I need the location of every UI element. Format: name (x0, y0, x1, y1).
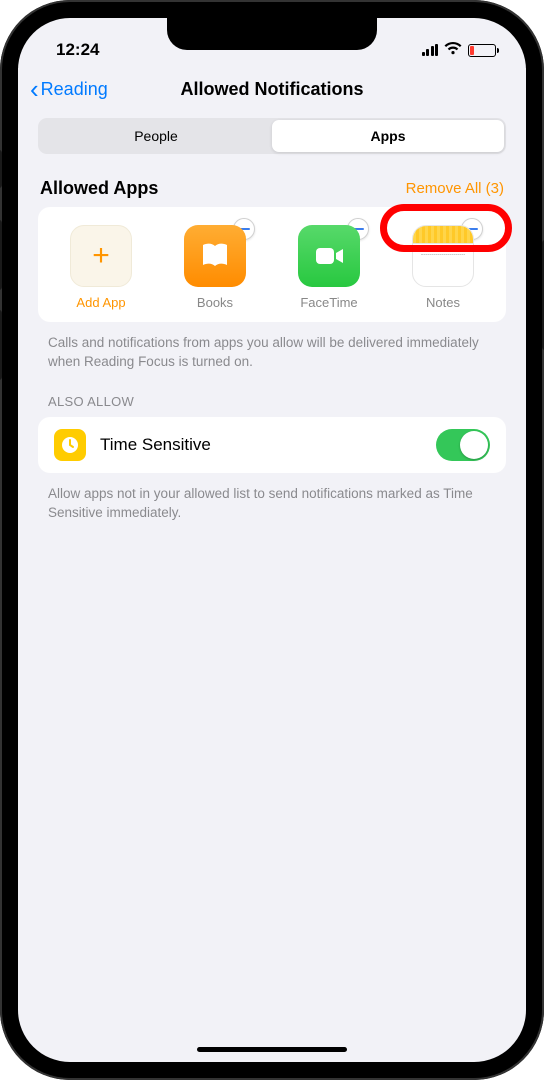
app-facetime[interactable]: FaceTime (279, 225, 379, 310)
notes-icon (412, 225, 474, 287)
app-books[interactable]: Books (165, 225, 265, 310)
also-allow-header: ALSO ALLOW (18, 394, 526, 417)
time-sensitive-toggle[interactable] (436, 429, 490, 461)
clock-icon (54, 429, 86, 461)
remove-all-button[interactable]: Remove All (3) (406, 180, 504, 197)
wifi-icon (444, 40, 462, 60)
chevron-left-icon: ‹ (30, 76, 39, 102)
nav-bar: ‹ Reading Allowed Notifications (18, 68, 526, 112)
books-icon (184, 225, 246, 287)
tab-people[interactable]: People (40, 120, 272, 152)
status-time: 12:24 (56, 40, 99, 60)
add-app-label: Add App (76, 295, 125, 310)
facetime-icon (298, 225, 360, 287)
notch (167, 18, 377, 50)
time-sensitive-row: Time Sensitive (38, 417, 506, 473)
screen: 12:24 ‹ Reading Allowed Notifications Pe… (18, 18, 526, 1062)
section-title: Allowed Apps (40, 178, 158, 199)
add-app-button[interactable]: + Add App (51, 225, 151, 310)
phone-frame: 12:24 ‹ Reading Allowed Notifications Pe… (0, 0, 544, 1080)
volume-up-button[interactable] (0, 220, 2, 290)
allowed-apps-header: Allowed Apps Remove All (3) (18, 168, 526, 207)
time-sensitive-label: Time Sensitive (100, 435, 422, 455)
back-label: Reading (41, 79, 108, 100)
cellular-signal-icon (422, 44, 439, 56)
segmented-control[interactable]: People Apps (38, 118, 506, 154)
app-label: Books (197, 295, 233, 310)
also-allow-footer: Allow apps not in your allowed list to s… (18, 473, 526, 545)
plus-icon: + (70, 225, 132, 287)
app-label: Notes (426, 295, 460, 310)
allowed-apps-card: + Add App Books FaceTime (38, 207, 506, 322)
battery-icon (468, 44, 496, 57)
app-label: FaceTime (300, 295, 357, 310)
app-notes[interactable]: Notes (393, 225, 493, 310)
volume-down-button[interactable] (0, 310, 2, 380)
back-button[interactable]: ‹ Reading (30, 76, 108, 102)
tab-apps[interactable]: Apps (272, 120, 504, 152)
home-indicator[interactable] (197, 1047, 347, 1052)
silence-switch[interactable] (0, 150, 2, 188)
allowed-apps-footer: Calls and notifications from apps you al… (18, 322, 526, 394)
